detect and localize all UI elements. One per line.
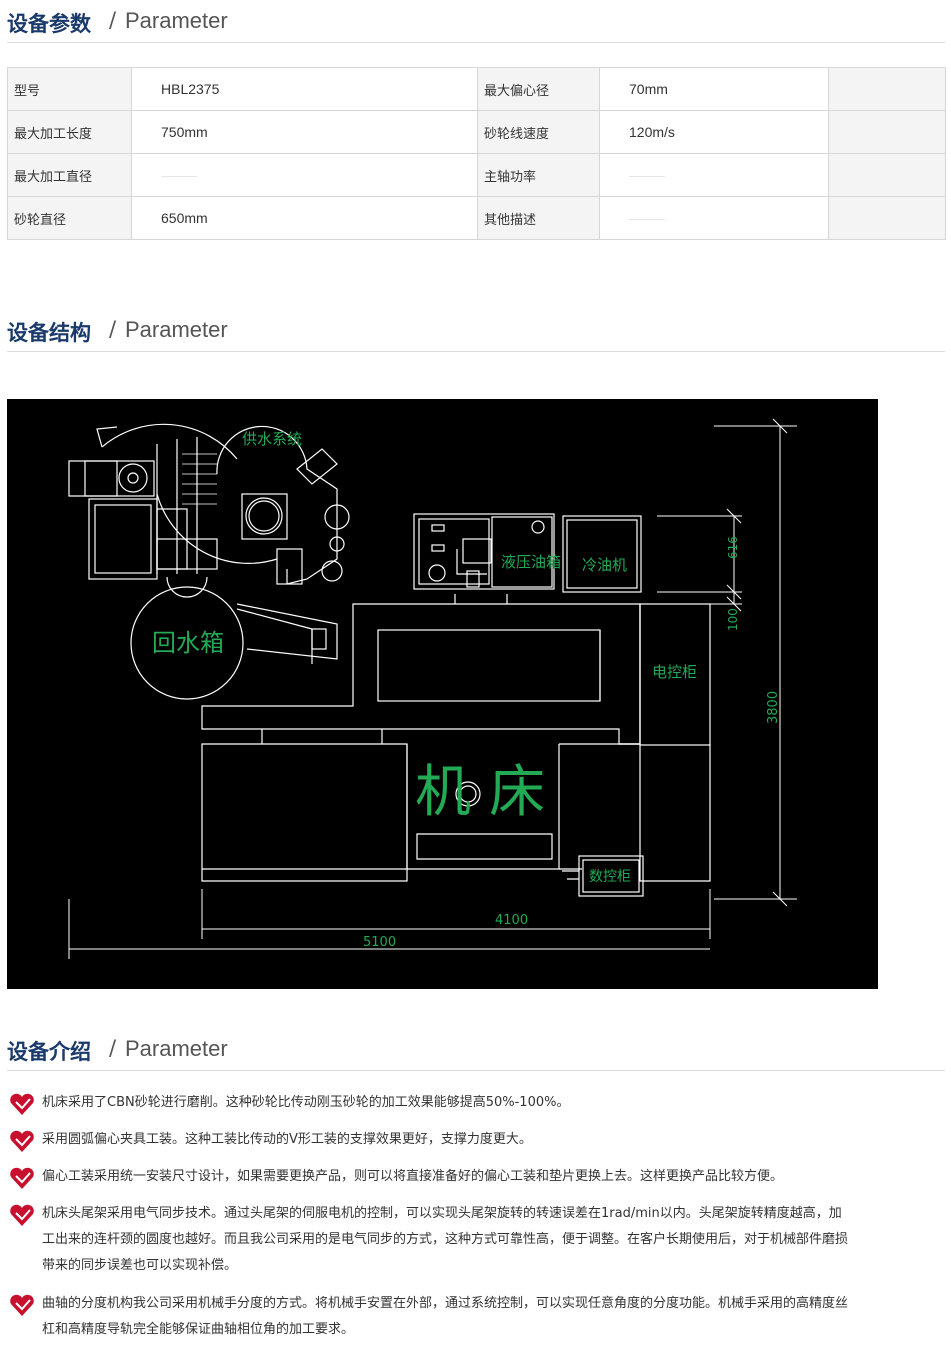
list-item: 采用圆弧偏心夹具工装。这种工装比传动的V形工装的支撑效果更好，支撑力度更大。 [8,1127,868,1157]
label-oil-cooler: 冷油机 [582,556,627,574]
label-water-supply: 供水系统 [242,430,302,448]
param-label: 最大加工直径 [7,153,132,197]
red-heart-arrow-icon [10,1167,34,1189]
param-label: 最大偏心径 [477,67,600,111]
list-item: 偏心工装采用统一安装尺寸设计，如果需要更换产品，则可以将直接准备好的偏心工装和垫… [8,1164,868,1194]
param-value-empty [599,196,829,240]
section-title-cn: 设备结构 [7,321,91,345]
section-title-cn: 设备介绍 [7,1040,91,1064]
label-cnc-cabinet: 数控柜 [589,869,631,885]
red-heart-arrow-icon [10,1130,34,1152]
list-item: 机床采用了CBN砂轮进行磨削。这种砂轮比传动刚玉砂轮的加工效果能够提高50%-1… [8,1090,868,1120]
intro-text: 机床采用了CBN砂轮进行磨削。这种砂轮比传动刚玉砂轮的加工效果能够提高50%-1… [42,1095,570,1110]
label-electric-cabinet: 电控柜 [652,663,697,681]
list-item: 机床头尾架采用电气同步技术。通过头尾架的伺服电机的控制，可以实现头尾架旋转的转速… [8,1201,868,1281]
dim-616: 616 [726,536,740,559]
section-title-en: Parameter [125,8,228,33]
section-title-en: Parameter [125,317,228,342]
machine-layout-diagram: 供水系统 回水箱 液压油箱 冷油机 电控柜 机 床 数控柜 4100 5100 … [7,399,878,989]
label-machine-char2: 床 [489,760,545,825]
label-return-tank: 回水箱 [152,629,224,657]
section-title-intro: 设备介绍 / Parameter [7,1034,945,1071]
param-value: 120m/s [599,110,829,154]
section-title-slash: / [109,1036,117,1060]
table-cell-empty [828,196,946,240]
params-table: 型号 HBL2375 最大偏心径 70mm 最大加工长度 750mm 砂轮线速度… [7,67,946,240]
param-label: 砂轮直径 [7,196,132,240]
label-hydraulic-tank: 液压油箱 [501,553,561,571]
intro-text: 曲轴的分度机构我公司采用机械手分度的方式。将机械手安置在外部，通过系统控制，可以… [42,1296,849,1337]
table-row: 型号 HBL2375 最大偏心径 70mm [7,67,946,111]
param-label: 主轴功率 [477,153,600,197]
table-row: 最大加工长度 750mm 砂轮线速度 120m/s [7,110,946,154]
param-label: 最大加工长度 [7,110,132,154]
section-title-cn: 设备参数 [7,12,91,36]
dim-4100: 4100 [495,913,528,928]
param-value: 650mm [131,196,478,240]
water-supply-system [68,423,350,598]
section-title-slash: / [109,317,117,341]
dim-3800: 3800 [766,691,781,724]
section-title-en: Parameter [125,1036,228,1061]
table-cell-empty [828,110,946,154]
intro-text: 机床头尾架采用电气同步技术。通过头尾架的伺服电机的控制，可以实现头尾架旋转的转速… [42,1206,849,1273]
param-value-empty [131,153,478,197]
intro-text: 偏心工装采用统一安装尺寸设计，如果需要更换产品，则可以将直接准备好的偏心工装和垫… [42,1169,784,1184]
oil-cooler [562,515,642,593]
dim-5100: 5100 [363,935,396,950]
red-heart-arrow-icon [10,1093,34,1115]
section-title-structure: 设备结构 / Parameter [7,315,945,352]
section-title-params: 设备参数 / Parameter [7,6,945,43]
red-heart-arrow-icon [10,1204,34,1226]
list-item: 曲轴的分度机构我公司采用机械手分度的方式。将机械手安置在外部，通过系统控制，可以… [8,1291,868,1347]
param-label: 型号 [7,67,132,111]
param-value-empty [599,153,829,197]
table-cell-empty [828,67,946,111]
param-label: 砂轮线速度 [477,110,600,154]
dimension-lines [68,418,797,959]
param-label: 其他描述 [477,196,600,240]
red-heart-arrow-icon [10,1294,34,1316]
hydraulic-oil-tank [413,513,555,590]
table-cell-empty [828,153,946,197]
intro-text: 采用圆弧偏心夹具工装。这种工装比传动的V形工装的支撑效果更好，支撑力度更大。 [42,1132,532,1147]
table-row: 最大加工直径 主轴功率 [7,153,946,197]
label-machine-char1: 机 [415,760,471,825]
dim-100: 100 [726,608,740,631]
table-row: 砂轮直径 650mm 其他描述 [7,196,946,240]
section-title-slash: / [109,8,117,32]
param-value: 70mm [599,67,829,111]
machine-body [201,594,711,882]
param-value: HBL2375 [131,67,478,111]
param-value: 750mm [131,110,478,154]
